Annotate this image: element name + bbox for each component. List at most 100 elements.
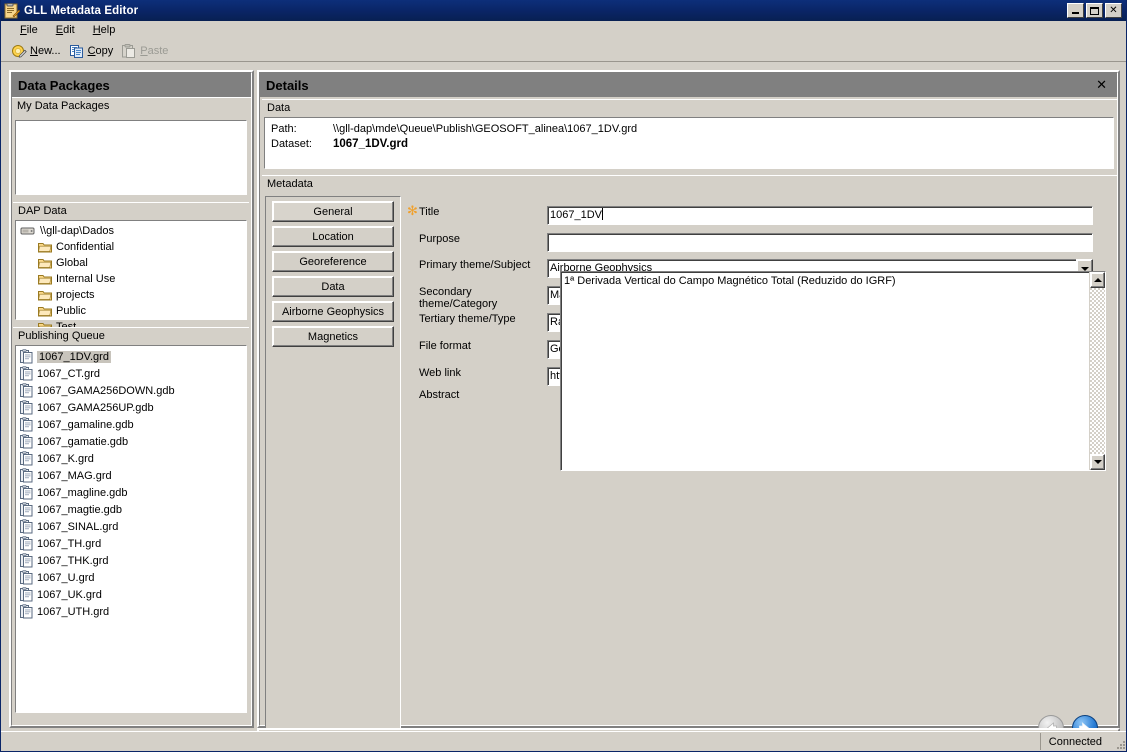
menu-edit[interactable]: Edit: [47, 22, 84, 38]
toolbar-new-button[interactable]: New...: [9, 42, 67, 60]
document-icon: [20, 451, 33, 466]
abstract-label: Abstract: [419, 389, 460, 401]
menu-file[interactable]: File: [11, 22, 47, 38]
data-packages-title-text: Data Packages: [18, 77, 110, 93]
dap-folder-public[interactable]: Public: [16, 303, 246, 319]
folder-icon: [38, 289, 52, 301]
my-data-packages-list[interactable]: [14, 119, 248, 196]
queue-item-label: 1067_TH.grd: [37, 537, 102, 550]
queue-item[interactable]: 1067_gamaline.gdb: [16, 416, 246, 433]
dataset-key: Dataset:: [271, 138, 312, 150]
toolbar-paste-label: Paste: [140, 44, 169, 57]
queue-item[interactable]: 1067_1DV.grd: [16, 348, 246, 365]
document-icon: [20, 434, 33, 449]
field-label-text: File format: [419, 340, 471, 352]
field-label-text: Tertiary theme/Type: [419, 313, 516, 325]
data-section-label: Data: [262, 99, 1117, 116]
toolbar-copy-button[interactable]: Copy: [67, 42, 120, 60]
queue-item[interactable]: 1067_K.grd: [16, 450, 246, 467]
folder-icon: [38, 273, 52, 285]
abstract-text: 1ª Derivada Vertical do Campo Magnético …: [564, 275, 896, 287]
scroll-down-icon[interactable]: [1090, 454, 1105, 470]
path-value: \\gll-dap\mde\Queue\Publish\GEOSOFT_alin…: [333, 123, 638, 135]
document-icon: [20, 468, 33, 483]
tree-root-node[interactable]: \\gll-dap\Dados: [16, 223, 246, 239]
menu-help[interactable]: Help: [84, 22, 125, 38]
tab-general[interactable]: General: [272, 201, 394, 222]
scrollbar-track[interactable]: [1090, 288, 1105, 454]
tab-location[interactable]: Location: [272, 226, 394, 247]
queue-item[interactable]: 1067_THK.grd: [16, 552, 246, 569]
dap-data-tree[interactable]: \\gll-dap\Dados Confidential Global Inte…: [14, 219, 248, 333]
field-label-text: Primary theme/Subject: [419, 259, 531, 271]
resize-grip-icon[interactable]: [1110, 734, 1126, 750]
folder-icon: [38, 241, 52, 253]
application-window: GLL Metadata Editor ✕ File Edit Help New…: [0, 0, 1127, 752]
abstract-scrollbar[interactable]: [1089, 272, 1105, 470]
toolbar-paste-button[interactable]: Paste: [119, 42, 174, 60]
field-label-text: Title: [419, 206, 440, 218]
data-info-box: Path: \\gll-dap\mde\Queue\Publish\GEOSOF…: [263, 116, 1115, 170]
status-bar: Connected: [1, 731, 1126, 751]
folder-icon: [38, 305, 52, 317]
abstract-textarea[interactable]: 1ª Derivada Vertical do Campo Magnético …: [560, 271, 1106, 471]
dap-folder-confidential[interactable]: Confidential: [16, 239, 246, 255]
menu-bar: File Edit Help: [1, 21, 1126, 40]
dap-folder-projects[interactable]: projects: [16, 287, 246, 303]
dap-folder-label: Public: [56, 305, 86, 317]
queue-item[interactable]: 1067_GAMA256DOWN.gdb: [16, 382, 246, 399]
dataset-row: Dataset: 1067_1DV.grd: [265, 137, 1113, 152]
queue-item-label: 1067_CT.grd: [37, 367, 100, 380]
queue-item[interactable]: 1067_MAG.grd: [16, 467, 246, 484]
window-controls: ✕: [1067, 3, 1122, 18]
data-packages-title: Data Packages: [12, 73, 251, 97]
copy-icon: [69, 43, 85, 59]
queue-item-label: 1067_UTH.grd: [37, 605, 110, 618]
queue-item-label: 1067_UK.grd: [37, 588, 102, 601]
queue-item[interactable]: 1067_UK.grd: [16, 586, 246, 603]
queue-item[interactable]: 1067_SINAL.grd: [16, 518, 246, 535]
queue-item-label: 1067_SINAL.grd: [37, 520, 119, 533]
toolbar-copy-label: Copy: [87, 44, 114, 57]
document-icon: [20, 366, 33, 381]
text-input[interactable]: [547, 233, 1093, 252]
queue-item[interactable]: 1067_GAMA256UP.gdb: [16, 399, 246, 416]
maximize-button[interactable]: [1086, 3, 1103, 18]
field-label-text: Purpose: [419, 233, 460, 245]
queue-item[interactable]: 1067_CT.grd: [16, 365, 246, 382]
close-button[interactable]: ✕: [1105, 3, 1122, 18]
tab-data[interactable]: Data: [272, 276, 394, 297]
tab-magnetics[interactable]: Magnetics: [272, 326, 394, 347]
field-label: Primary theme/Subject: [405, 259, 547, 271]
dap-folder-internal-use[interactable]: Internal Use: [16, 271, 246, 287]
dap-folder-label: Confidential: [56, 241, 115, 253]
document-icon: [20, 485, 33, 500]
details-close-icon[interactable]: ✕: [1092, 77, 1111, 93]
queue-item[interactable]: 1067_gamatie.gdb: [16, 433, 246, 450]
document-icon: [20, 587, 33, 602]
minimize-button[interactable]: [1067, 3, 1084, 18]
field-label: ✻ Title: [405, 203, 547, 218]
title-bar: GLL Metadata Editor ✕: [1, 0, 1126, 21]
queue-item[interactable]: 1067_TH.grd: [16, 535, 246, 552]
metadata-area: General Location Georeference Data Airborne …: [262, 193, 1119, 751]
queue-item[interactable]: 1067_U.grd: [16, 569, 246, 586]
queue-item-label: 1067_U.grd: [37, 571, 95, 584]
queue-item[interactable]: 1067_UTH.grd: [16, 603, 246, 620]
text-input[interactable]: 1067_1DV: [547, 206, 1093, 225]
tab-georeference[interactable]: Georeference: [272, 251, 394, 272]
dap-folder-global[interactable]: Global: [16, 255, 246, 271]
document-icon: [20, 400, 33, 415]
data-packages-panel: Data Packages My Data Packages DAP Data: [9, 70, 254, 728]
queue-item[interactable]: 1067_magline.gdb: [16, 484, 246, 501]
publishing-queue-list[interactable]: 1067_1DV.grd 1067_CT.grd 1067_GAMA256DOW…: [14, 344, 248, 714]
document-icon: [20, 519, 33, 534]
tab-airborne-geophysics[interactable]: Airborne Geophysics: [272, 301, 394, 322]
queue-item[interactable]: 1067_magtie.gdb: [16, 501, 246, 518]
app-icon: [4, 2, 21, 19]
paste-icon: [121, 43, 137, 59]
required-star-icon: ✻: [407, 203, 418, 218]
queue-item-label: 1067_gamatie.gdb: [37, 435, 129, 448]
scroll-up-icon[interactable]: [1090, 272, 1105, 288]
field-control: [547, 233, 1093, 252]
